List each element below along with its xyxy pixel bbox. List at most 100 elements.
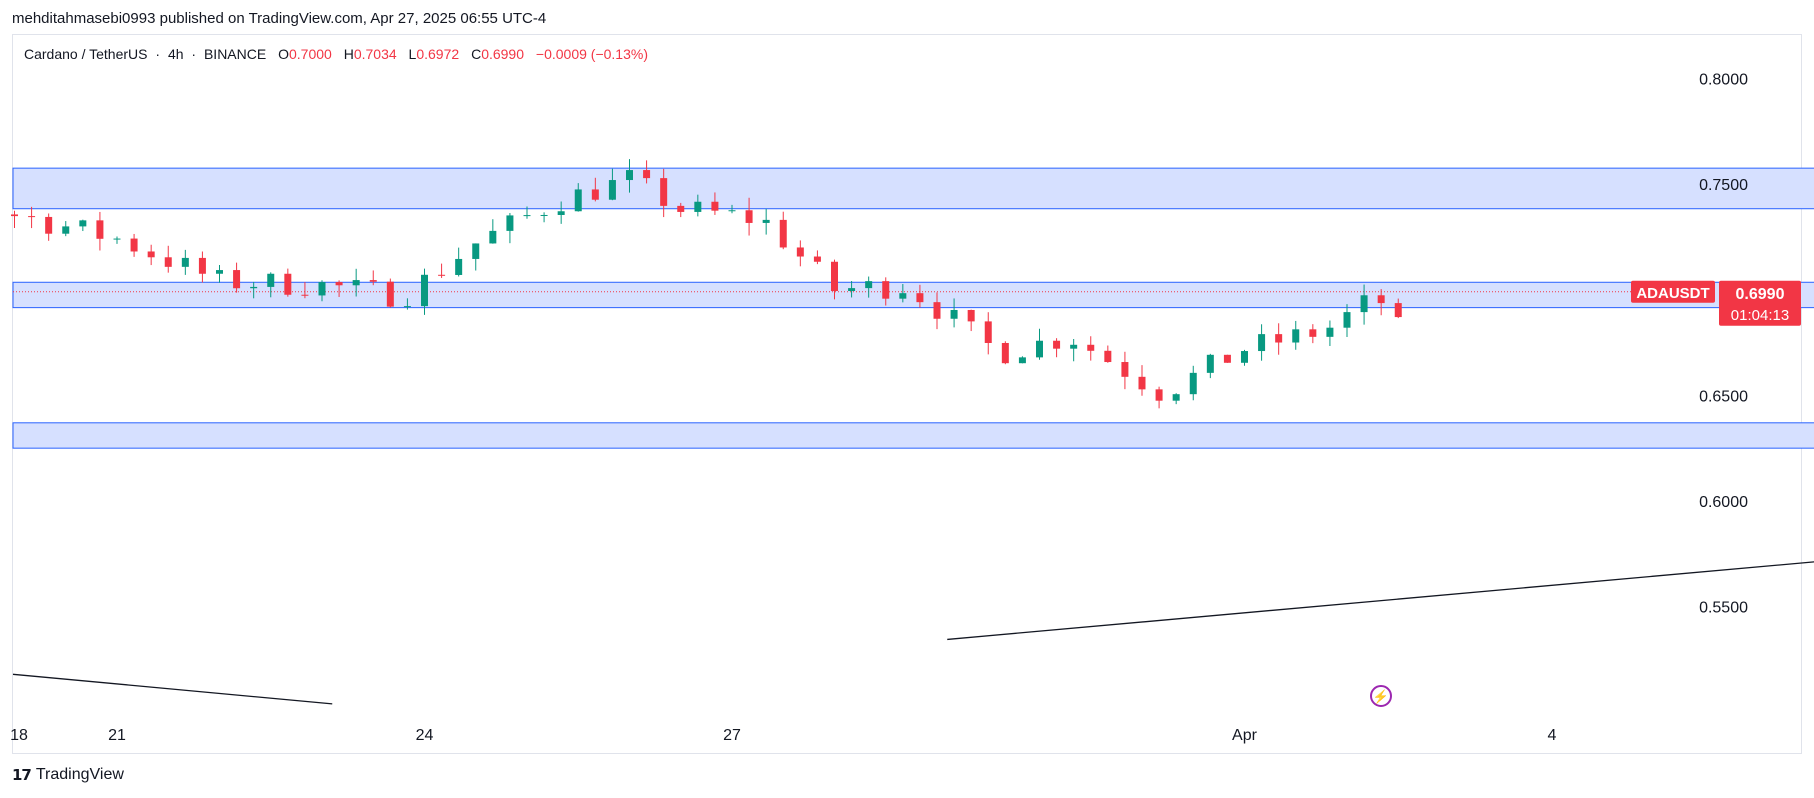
x-tick-label-1: 21 — [108, 727, 126, 744]
candle-body — [899, 293, 907, 299]
open-label: O — [278, 46, 289, 62]
y-tick-label-3: 0.6000 — [1699, 494, 1748, 511]
candle-body — [831, 261, 838, 292]
candle — [762, 208, 770, 235]
tradingview-logo-icon: 𝟭𝟳 — [12, 767, 32, 784]
candle — [181, 249, 189, 275]
candle — [1206, 353, 1214, 379]
candle-body — [489, 230, 497, 244]
candle-body — [45, 216, 53, 234]
candle-body — [1292, 329, 1300, 343]
candle-body — [591, 189, 599, 200]
candle-body — [557, 211, 565, 215]
candle-body — [506, 215, 514, 231]
candle — [1223, 354, 1231, 363]
tradingview-branding: 𝟭𝟳 TradingView — [12, 766, 124, 784]
candle-body — [198, 257, 206, 274]
candle — [984, 312, 992, 355]
candle-body — [1258, 334, 1266, 352]
candle — [1241, 349, 1248, 366]
candle — [455, 247, 463, 277]
candle — [1121, 351, 1129, 390]
candle-body — [421, 274, 428, 307]
candle — [284, 268, 292, 297]
symbol-name: Cardano / TetherUS — [24, 46, 148, 62]
x-tick-label-4: Apr — [1232, 727, 1258, 744]
candle — [130, 233, 138, 257]
candle-body — [267, 273, 275, 287]
close-value: 0.6990 — [481, 46, 525, 62]
candle — [233, 262, 241, 293]
candle-body — [62, 226, 70, 234]
candle-body — [301, 294, 309, 296]
candle — [11, 210, 18, 228]
y-tick-label-1: 0.7500 — [1699, 177, 1748, 194]
candle-body — [1309, 329, 1317, 337]
candle-body — [472, 243, 480, 259]
candle-body — [250, 286, 258, 289]
candle — [1018, 356, 1026, 364]
candle-body — [1172, 394, 1180, 401]
candle-body — [369, 280, 377, 282]
candle — [1155, 386, 1163, 409]
candle-body — [848, 288, 856, 292]
candle-body — [933, 302, 941, 319]
candle — [1070, 338, 1078, 362]
candle-body — [1206, 354, 1214, 373]
candle-body — [984, 321, 992, 343]
candle-body — [950, 309, 958, 319]
high-label: H — [343, 46, 354, 62]
candle — [1292, 320, 1300, 350]
price-chart[interactable]: 0.75000.70310.639ADAUSDT0.699001:04:13 0… — [0, 0, 1814, 798]
y-tick-label-0: 0.8000 — [1699, 71, 1748, 88]
candle-body — [1053, 340, 1061, 349]
candle-body — [643, 170, 651, 179]
price-tag-value: 0.6990 — [1736, 286, 1785, 303]
candle-body — [352, 280, 360, 286]
candle-body — [694, 201, 702, 212]
candle — [62, 221, 70, 237]
candle-body — [1394, 303, 1402, 318]
candle-body — [1360, 295, 1368, 313]
candle-body — [608, 180, 616, 200]
zone-1 — [12, 281, 1814, 309]
candle-body — [523, 215, 531, 217]
candle-body — [1018, 357, 1026, 364]
candle-body — [438, 274, 446, 276]
trendlines-layer — [12, 291, 1814, 705]
alert-bolt-icon[interactable]: ⚡ — [1370, 685, 1392, 707]
candle-body — [1189, 372, 1197, 395]
candle-body — [1223, 354, 1231, 363]
candle-body — [1326, 327, 1334, 337]
candle-body — [677, 205, 685, 212]
candle — [489, 219, 497, 244]
candle — [779, 211, 787, 250]
candle-body — [916, 293, 924, 303]
candle-body — [386, 281, 394, 307]
candle-body — [1155, 389, 1163, 401]
candle — [472, 243, 480, 271]
candle-body — [1001, 342, 1009, 364]
candle — [1258, 324, 1266, 361]
labels-layer: 0.75000.70310.639ADAUSDT0.699001:04:13 — [1631, 280, 1801, 326]
candle-body — [882, 281, 890, 299]
candle — [1087, 336, 1095, 361]
candle-body — [284, 273, 292, 295]
candle-body — [335, 282, 343, 286]
candle-body — [626, 170, 633, 181]
close-label: C — [471, 46, 482, 62]
candle-body — [1070, 344, 1078, 349]
candle-body — [147, 251, 155, 258]
candle — [1138, 365, 1146, 396]
candle-body — [1343, 312, 1351, 328]
candle-body — [11, 214, 18, 217]
exchange: BINANCE — [203, 46, 267, 62]
candle-body — [1036, 340, 1043, 358]
candle — [1189, 365, 1197, 401]
ticker-tag-label: ADAUSDT — [1636, 285, 1709, 302]
candle-body — [1241, 351, 1248, 363]
candle — [1036, 328, 1043, 360]
candle-body — [540, 214, 548, 216]
candle-body — [164, 257, 172, 267]
candle — [540, 212, 548, 223]
